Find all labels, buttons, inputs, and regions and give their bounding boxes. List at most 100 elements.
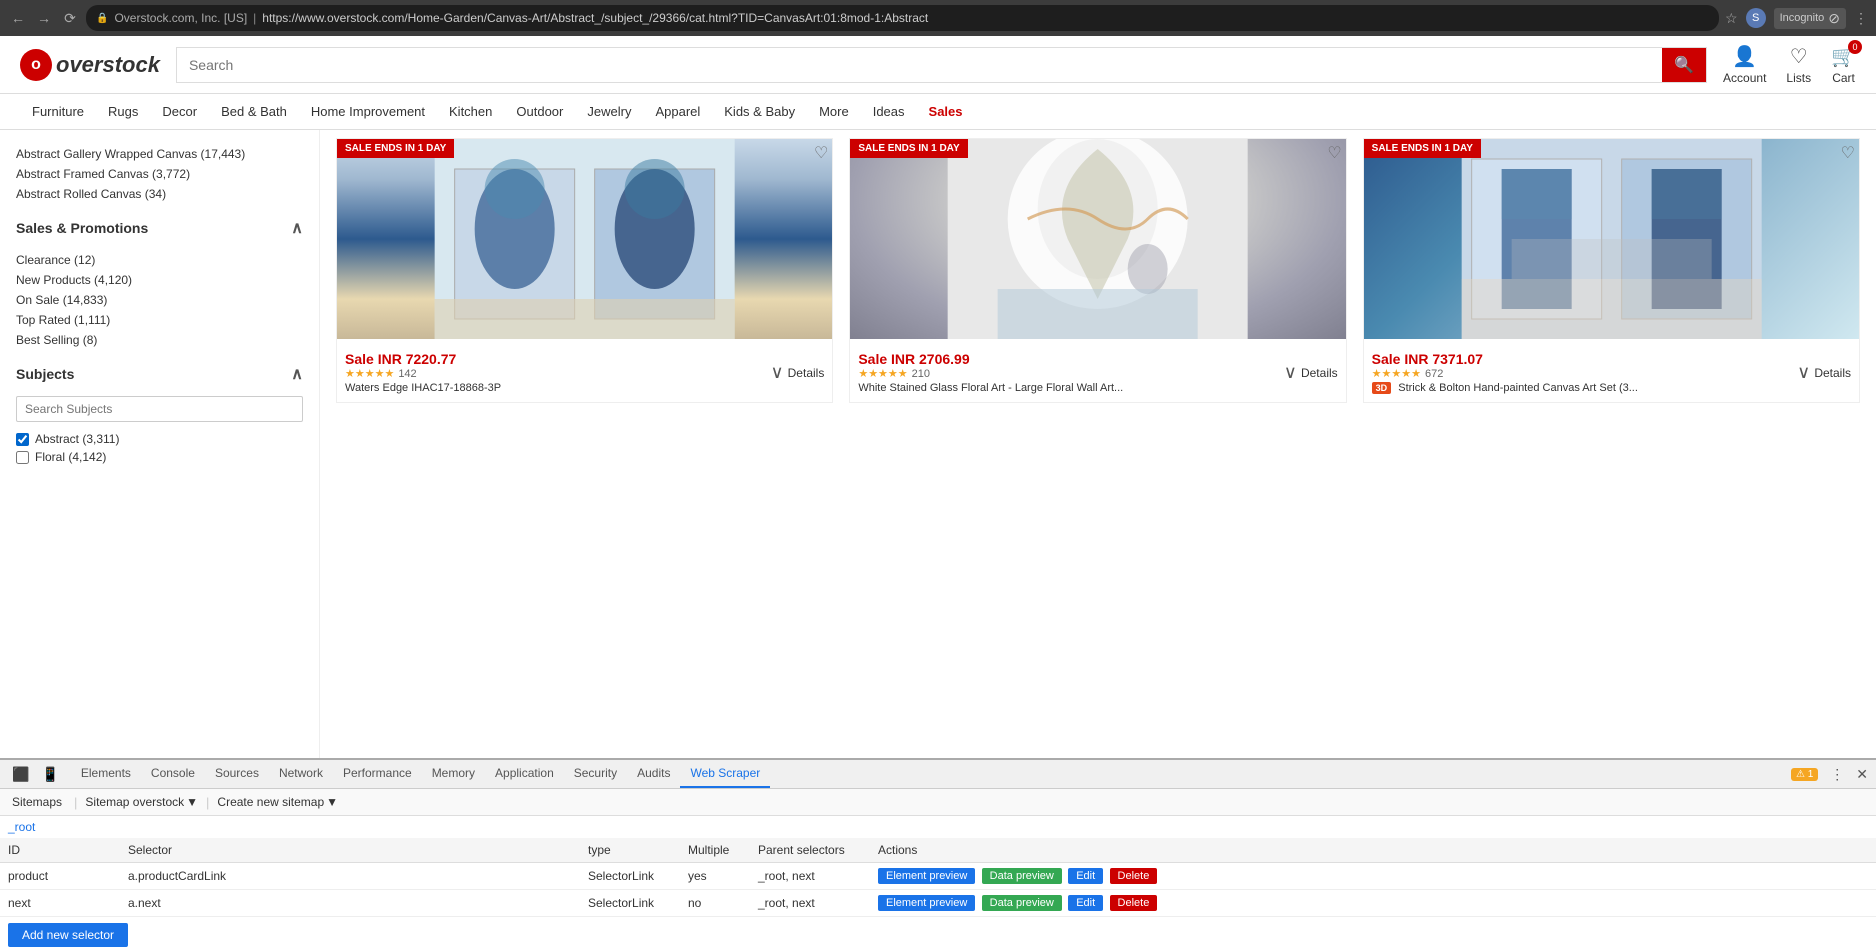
sales-best-selling[interactable]: Best Selling (8)	[16, 330, 303, 350]
subjects-floral-item[interactable]: Floral (4,142)	[16, 448, 303, 466]
profile-button[interactable]: S	[1746, 8, 1766, 28]
product-price-3: Sale INR 7371.07	[1372, 351, 1638, 367]
subjects-abstract-item[interactable]: Abstract (3,311)	[16, 430, 303, 448]
row-product-multiple: yes	[680, 863, 750, 890]
tab-elements[interactable]: Elements	[71, 760, 141, 788]
category-abstract-rolled[interactable]: Abstract Rolled Canvas (34)	[16, 184, 303, 204]
subjects-floral-checkbox[interactable]	[16, 451, 29, 464]
search-input[interactable]	[177, 48, 1662, 82]
next-element-preview-button[interactable]: Element preview	[878, 895, 975, 911]
tab-application[interactable]: Application	[485, 760, 564, 788]
product-reviews-3: 672	[1425, 368, 1443, 380]
reload-button[interactable]: ⟳	[60, 8, 80, 28]
sitemap-dropdown[interactable]: Sitemap overstock ▼	[85, 795, 198, 809]
main-layout: Abstract Gallery Wrapped Canvas (17,443)…	[0, 130, 1876, 758]
product-details-row-1: Sale INR 7220.77 ★★★★★ 142 Waters Edge I…	[345, 351, 824, 394]
account-link[interactable]: 👤 Account	[1723, 44, 1766, 85]
incognito-label: Incognito	[1780, 12, 1825, 24]
product-info-2: Sale INR 2706.99 ★★★★★ 210 White Stained…	[850, 339, 1345, 402]
tab-network[interactable]: Network	[269, 760, 333, 788]
nav-decor[interactable]: Decor	[150, 94, 209, 129]
device-toggle-button[interactable]: 📱	[37, 762, 62, 787]
create-sitemap-dropdown[interactable]: Create new sitemap ▼	[217, 795, 338, 809]
tab-sources[interactable]: Sources	[205, 760, 269, 788]
breadcrumb[interactable]: _root	[0, 816, 1876, 838]
devtools-close-button[interactable]: ✕	[1856, 766, 1868, 783]
back-button[interactable]: ←	[8, 8, 28, 28]
next-delete-button[interactable]: Delete	[1110, 895, 1158, 911]
details-button-2[interactable]: ∨ Details	[1284, 362, 1338, 383]
wishlist-button-3[interactable]: ♡	[1841, 143, 1855, 163]
row-product-id: product	[0, 863, 120, 890]
sales-top-rated[interactable]: Top Rated (1,111)	[16, 310, 303, 330]
product-stars-2: ★★★★★	[858, 367, 907, 380]
address-bar[interactable]: 🔒 Overstock.com, Inc. [US] | https://www…	[86, 5, 1719, 31]
nav-bed-bath[interactable]: Bed & Bath	[209, 94, 299, 129]
nav-rugs[interactable]: Rugs	[96, 94, 150, 129]
tab-security[interactable]: Security	[564, 760, 627, 788]
nav-sales[interactable]: Sales	[917, 94, 975, 129]
devtools-more-button[interactable]: ⋮	[1826, 762, 1848, 787]
row-product-parents: _root, next	[750, 863, 870, 890]
nav-outdoor[interactable]: Outdoor	[504, 94, 575, 129]
product-data-preview-button[interactable]: Data preview	[982, 868, 1062, 884]
tab-performance[interactable]: Performance	[333, 760, 422, 788]
row-product-selector: a.productCardLink	[120, 863, 580, 890]
product-edit-button[interactable]: Edit	[1068, 868, 1103, 884]
tab-memory[interactable]: Memory	[422, 760, 485, 788]
devtools-tabs: ⬛ 📱 Elements Console Sources Network Per…	[0, 760, 1876, 789]
col-header-multiple: Multiple	[680, 838, 750, 863]
address-domain: Overstock.com, Inc. [US]	[114, 11, 247, 25]
nav-more[interactable]: More	[807, 94, 861, 129]
search-button[interactable]: 🔍	[1662, 48, 1706, 82]
menu-button[interactable]: ⋮	[1854, 10, 1868, 27]
category-abstract-gallery[interactable]: Abstract Gallery Wrapped Canvas (17,443)	[16, 144, 303, 164]
col-header-selector: Selector	[120, 838, 580, 863]
product-card-1[interactable]: SALE ENDS IN 1 DAY ♡	[336, 138, 833, 403]
product-card-3[interactable]: SALE ENDS IN 1 DAY ♡	[1363, 138, 1860, 403]
product-card-2[interactable]: SALE ENDS IN 1 DAY ♡	[849, 138, 1346, 403]
subjects-floral-label: Floral (4,142)	[35, 450, 106, 464]
sales-new-products[interactable]: New Products (4,120)	[16, 270, 303, 290]
next-edit-button[interactable]: Edit	[1068, 895, 1103, 911]
category-abstract-framed[interactable]: Abstract Framed Canvas (3,772)	[16, 164, 303, 184]
tab-audits[interactable]: Audits	[627, 760, 680, 788]
details-button-3[interactable]: ∨ Details	[1797, 362, 1851, 383]
sales-promotions-toggle[interactable]: ∧	[291, 218, 303, 238]
inspect-element-button[interactable]: ⬛	[8, 762, 33, 787]
nav-home-improvement[interactable]: Home Improvement	[299, 94, 437, 129]
nav-jewelry[interactable]: Jewelry	[575, 94, 643, 129]
next-data-preview-button[interactable]: Data preview	[982, 895, 1062, 911]
col-header-actions: Actions	[870, 838, 1876, 863]
nav-furniture[interactable]: Furniture	[20, 94, 96, 129]
nav-ideas[interactable]: Ideas	[861, 94, 917, 129]
sales-on-sale[interactable]: On Sale (14,833)	[16, 290, 303, 310]
details-button-1[interactable]: ∨ Details	[770, 362, 824, 383]
forward-button[interactable]: →	[34, 8, 54, 28]
product-price-2: Sale INR 2706.99	[858, 351, 1123, 367]
product-delete-button[interactable]: Delete	[1110, 868, 1158, 884]
tab-web-scraper[interactable]: Web Scraper	[680, 760, 770, 788]
sale-badge-1: SALE ENDS IN 1 DAY	[337, 139, 454, 158]
search-bar: 🔍	[176, 47, 1707, 83]
star-button[interactable]: ☆	[1725, 10, 1738, 27]
lists-link[interactable]: ♡ Lists	[1786, 44, 1811, 85]
product-element-preview-button[interactable]: Element preview	[878, 868, 975, 884]
cart-link[interactable]: 🛒 0 Cart	[1831, 44, 1856, 85]
wishlist-button-1[interactable]: ♡	[814, 143, 828, 163]
products-grid: SALE ENDS IN 1 DAY ♡	[336, 130, 1860, 411]
sitemaps-button[interactable]: Sitemaps	[8, 793, 66, 811]
subjects-abstract-checkbox[interactable]	[16, 433, 29, 446]
nav-apparel[interactable]: Apparel	[643, 94, 712, 129]
subjects-search-input[interactable]	[16, 396, 303, 422]
site-header: o overstock 🔍 👤 Account ♡ Lists 🛒 0 Cart	[0, 36, 1876, 94]
sidebar: Abstract Gallery Wrapped Canvas (17,443)…	[0, 130, 320, 758]
add-selector-button[interactable]: Add new selector	[8, 923, 128, 947]
nav-kitchen[interactable]: Kitchen	[437, 94, 504, 129]
tab-console[interactable]: Console	[141, 760, 205, 788]
wishlist-button-2[interactable]: ♡	[1327, 143, 1341, 163]
subjects-toggle[interactable]: ∧	[291, 364, 303, 384]
nav-kids-baby[interactable]: Kids & Baby	[712, 94, 807, 129]
logo[interactable]: o overstock	[20, 49, 160, 81]
sales-clearance[interactable]: Clearance (12)	[16, 250, 303, 270]
